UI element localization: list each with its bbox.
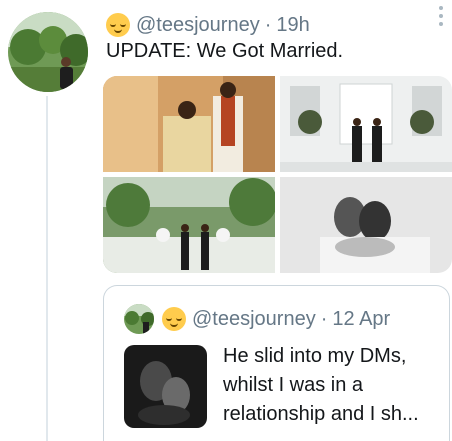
media-grid — [103, 76, 452, 273]
separator-dot: · — [320, 307, 328, 330]
quoted-tweet-thumbnail — [124, 345, 207, 428]
media-photo-3[interactable] — [103, 177, 275, 273]
quoted-tweet-card[interactable]: @teesjourney · 12 Apr He slid into my DM… — [103, 285, 450, 441]
author-avatar[interactable] — [8, 12, 88, 92]
tweet-header: @teesjourney · 19h — [106, 10, 442, 40]
media-photo-2[interactable] — [280, 76, 452, 172]
quoted-tweet-date: 12 Apr — [332, 307, 391, 330]
tweet-text: UPDATE: We Got Married. — [106, 40, 344, 62]
relieved-face-icon — [162, 307, 186, 331]
thread-connector-line — [46, 96, 48, 441]
relieved-face-icon — [106, 13, 130, 37]
quoted-author-avatar — [124, 304, 154, 334]
quoted-tweet-text-line: relationship and I sh... — [223, 403, 419, 425]
quoted-tweet-header: @teesjourney · 12 Apr — [124, 304, 390, 334]
author-handle[interactable]: @teesjourney — [136, 14, 260, 37]
quoted-tweet-text-line: whilst I was in a — [223, 374, 364, 396]
media-photo-4[interactable] — [280, 177, 452, 273]
separator-dot: · — [264, 13, 272, 36]
quoted-author-handle: @teesjourney — [192, 307, 316, 330]
tweet-timestamp[interactable]: 19h — [276, 14, 309, 37]
quoted-tweet-text: He slid into my DMs, whilst I was in a r… — [223, 342, 445, 429]
media-photo-1[interactable] — [103, 76, 275, 172]
quoted-tweet-text-line: He slid into my DMs, — [223, 345, 407, 367]
more-options-icon[interactable] — [436, 4, 446, 28]
